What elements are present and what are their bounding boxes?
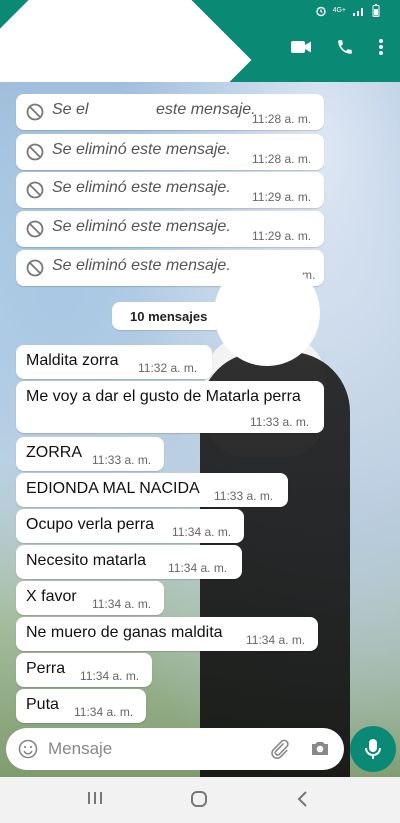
blocked-icon <box>26 181 44 199</box>
message-bubble[interactable]: X favor 11:34 a. m. <box>16 581 164 615</box>
attach-icon[interactable] <box>268 738 290 760</box>
deleted-message[interactable]: Se eliminó este mensaje. 11:29 a. m. <box>16 172 324 208</box>
deleted-message[interactable]: Se eliminó este mensaje. 11:29 a. m. <box>16 211 324 247</box>
network-type: 4G+ <box>332 7 346 14</box>
deleted-text: Se eliminó este mensaje. <box>52 141 231 158</box>
message-text: Perra <box>26 660 66 677</box>
deleted-message[interactable]: Se el este mensaje. 11:28 a. m. <box>16 94 324 130</box>
message-time: 11:34 a. m. <box>92 597 152 611</box>
system-nav-bar <box>0 777 400 823</box>
message-bubble[interactable]: EDIONDA MAL NACIDA 11:33 a. m. <box>16 473 288 507</box>
back-icon[interactable] <box>296 790 310 808</box>
message-time: 11:34 a. m. <box>246 633 306 647</box>
blocked-icon <box>26 143 44 161</box>
message-text: Maldita zorra <box>26 352 119 369</box>
camera-icon[interactable] <box>310 739 330 757</box>
message-text: ZORRA <box>26 444 82 461</box>
message-bubble[interactable]: Necesito matarla 11:34 a. m. <box>16 545 242 579</box>
message-time: 11:29 a. m. <box>252 190 312 204</box>
message-time: 11:28 a. m. <box>252 152 312 166</box>
message-bubble[interactable]: Perra 11:34 a. m. <box>16 653 152 687</box>
message-bubble[interactable]: Maldita zorra 11:32 a. m. <box>16 345 212 379</box>
message-time: 11:33 a. m. <box>92 453 152 467</box>
message-bubble[interactable]: Ocupo verla perra 11:34 a. m. <box>16 509 244 543</box>
message-text: Necesito matarla <box>26 552 147 569</box>
microphone-icon <box>365 739 381 759</box>
recent-apps-icon[interactable] <box>86 790 104 806</box>
message-text: Me voy a dar el gusto de Matarla perra <box>26 388 301 405</box>
unread-count-label: 10 mensajes <box>130 309 208 324</box>
blocked-icon <box>26 103 44 121</box>
face-redaction <box>214 260 320 366</box>
voice-message-button[interactable] <box>350 726 396 772</box>
unread-count-pill: 10 mensajes <box>112 302 224 330</box>
home-icon[interactable] <box>190 790 208 808</box>
message-text: EDIONDA MAL NACIDA <box>26 480 200 497</box>
message-composer[interactable]: Mensaje <box>6 728 344 770</box>
more-vert-icon[interactable] <box>378 38 384 56</box>
message-time: 11:29 a. m. <box>252 229 312 243</box>
signal-icon <box>353 7 363 16</box>
deleted-text-end: este mensaje. <box>156 101 256 118</box>
deleted-text: Se el <box>52 101 89 118</box>
message-time: 11:33 a. m. <box>214 489 274 503</box>
message-text: Ocupo verla perra <box>26 516 155 533</box>
message-time: 11:33 a. m. <box>250 415 310 429</box>
message-bubble[interactable]: ZORRA 11:33 a. m. <box>16 437 164 471</box>
message-time: 11:34 a. m. <box>74 705 134 719</box>
phone-icon[interactable] <box>336 38 354 56</box>
message-text: X favor <box>26 588 77 605</box>
deleted-message[interactable]: Se eliminó este mensaje. 11:28 a. m. <box>16 134 324 170</box>
message-bubble[interactable]: Ne muero de ganas maldita 11:34 a. m. <box>16 617 318 651</box>
message-time: 11:34 a. m. <box>80 669 140 683</box>
emoji-icon[interactable] <box>18 739 38 759</box>
blocked-icon <box>26 259 44 277</box>
message-time: 11:32 a. m. <box>138 361 198 375</box>
video-call-icon[interactable] <box>290 39 312 55</box>
message-text: Ne muero de ganas maldita <box>26 624 223 641</box>
deleted-text: Se eliminó este mensaje. <box>52 257 231 274</box>
message-time: 11:28 a. m. <box>252 112 312 126</box>
message-time: 11:34 a. m. <box>168 561 228 575</box>
message-text: Puta <box>26 696 59 713</box>
message-input-placeholder[interactable]: Mensaje <box>48 739 112 759</box>
alarm-icon <box>315 6 326 16</box>
message-time: 11:34 a. m. <box>172 525 232 539</box>
message-bubble[interactable]: Puta 11:34 a. m. <box>16 689 146 723</box>
message-bubble[interactable]: Me voy a dar el gusto de Matarla perra 1… <box>16 381 324 433</box>
blocked-icon <box>26 220 44 238</box>
deleted-text: Se eliminó este mensaje. <box>52 218 231 235</box>
battery-icon <box>372 4 380 17</box>
deleted-text: Se eliminó este mensaje. <box>52 179 231 196</box>
